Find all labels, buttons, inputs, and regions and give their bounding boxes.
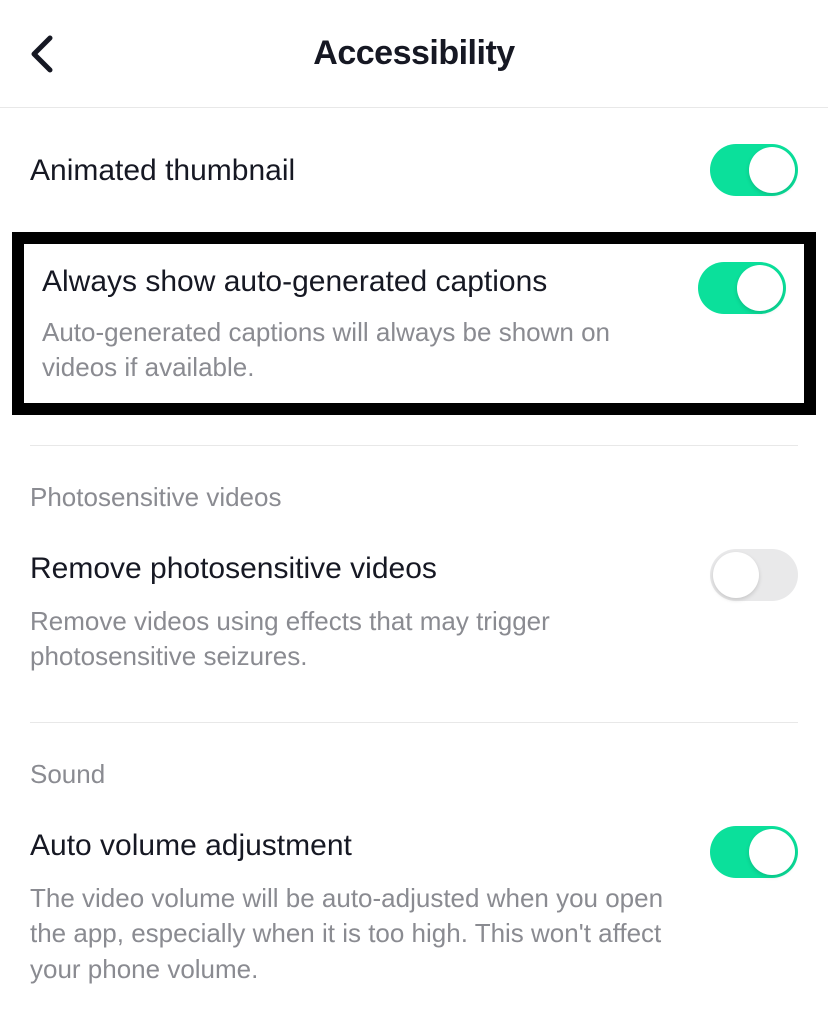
auto-captions-toggle[interactable] <box>698 262 786 314</box>
page-title: Accessibility <box>0 34 828 73</box>
content: Animated thumbnail Always show auto-gene… <box>0 108 828 1011</box>
setting-label: Auto volume adjustment <box>30 826 690 865</box>
setting-label: Animated thumbnail <box>30 151 690 190</box>
setting-auto-captions: Always show auto-generated captions Auto… <box>42 262 786 385</box>
toggle-knob <box>713 552 759 598</box>
chevron-left-icon <box>30 34 54 74</box>
toggle-knob <box>737 265 783 311</box>
setting-photosensitive: Remove photosensitive videos Remove vide… <box>0 521 828 698</box>
highlight-box: Always show auto-generated captions Auto… <box>12 232 816 415</box>
photosensitive-toggle[interactable] <box>710 549 798 601</box>
animated-thumbnail-toggle[interactable] <box>710 144 798 196</box>
section-header-photosensitive: Photosensitive videos <box>0 446 828 521</box>
back-button[interactable] <box>30 34 54 74</box>
toggle-knob <box>749 829 795 875</box>
setting-label: Remove photosensitive videos <box>30 549 690 588</box>
auto-volume-toggle[interactable] <box>710 826 798 878</box>
section-header-sound: Sound <box>0 723 828 798</box>
setting-description: The video volume will be auto-adjusted w… <box>30 881 690 986</box>
setting-label: Always show auto-generated captions <box>42 262 678 301</box>
header: Accessibility <box>0 0 828 108</box>
setting-auto-volume: Auto volume adjustment The video volume … <box>0 798 828 1010</box>
setting-description: Auto-generated captions will always be s… <box>42 315 678 385</box>
toggle-knob <box>749 147 795 193</box>
setting-description: Remove videos using effects that may tri… <box>30 604 690 674</box>
setting-animated-thumbnail: Animated thumbnail <box>0 108 828 232</box>
